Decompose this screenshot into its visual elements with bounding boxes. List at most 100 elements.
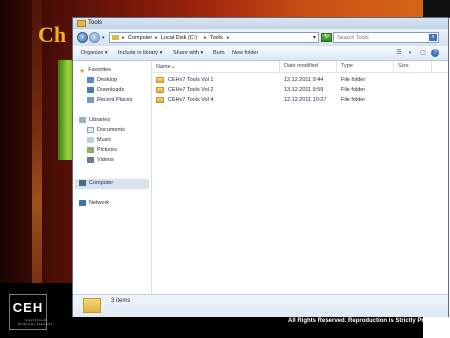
pictures-icon: [87, 146, 94, 153]
search-box: ⌕: [333, 32, 439, 43]
folder-icon: [112, 35, 119, 40]
item-count: 3 items: [111, 298, 131, 304]
folder-icon: [83, 298, 101, 313]
music-icon: [87, 136, 94, 143]
details-pane: 3 items: [73, 294, 448, 317]
chevron-down-icon[interactable]: ▾: [406, 49, 414, 57]
table-row[interactable]: CEHv7 Tools Vol 2 13.12.2011 9:59 File f…: [152, 85, 448, 95]
breadcrumb-tools[interactable]: Tools: [210, 35, 223, 41]
chevron-right-icon[interactable]: ▸: [227, 35, 230, 41]
back-arrow-icon: ‹: [81, 34, 84, 41]
network-icon: [79, 199, 86, 206]
chevron-right-icon[interactable]: ▸: [155, 35, 158, 41]
file-date: 12.12.2011 10:27: [284, 97, 327, 103]
downloads-icon: [87, 86, 94, 93]
nav-label: Network: [89, 200, 110, 206]
nav-label: Videos: [97, 157, 114, 163]
organize-menu[interactable]: Organize ▾: [81, 50, 108, 56]
column-header-label: Date modified: [284, 63, 318, 69]
column-header-size[interactable]: Size: [394, 61, 432, 72]
star-icon: ★: [79, 67, 86, 75]
breadcrumb-computer[interactable]: Computer: [128, 35, 152, 41]
documents-icon: [87, 126, 94, 133]
column-header-type[interactable]: Type: [337, 61, 394, 72]
preview-pane-icon[interactable]: ▢: [419, 49, 427, 57]
ceh-logo-text: CEH: [12, 300, 44, 315]
nav-label: Favorites: [88, 67, 111, 73]
nav-label: Recent Places: [97, 97, 133, 103]
chevron-down-icon[interactable]: ▾: [313, 34, 316, 41]
window-titlebar[interactable]: Tools: [73, 18, 448, 29]
nav-label: Pictures: [97, 147, 117, 153]
forward-button[interactable]: ›: [89, 32, 100, 43]
nav-label: Desktop: [97, 77, 118, 83]
file-type: File folder: [341, 97, 366, 103]
nav-network[interactable]: Network: [79, 199, 109, 208]
address-bar[interactable]: ▸ Computer ▸ Local Disk (C:) ▸ Tools ▸ ▾: [109, 32, 319, 43]
window-title: Tools: [88, 20, 103, 26]
nav-recent-places[interactable]: Recent Places: [87, 96, 132, 105]
new-folder-button[interactable]: New folder: [232, 50, 258, 56]
file-date: 13.12.2011 9:59: [284, 87, 324, 93]
breadcrumb-local-disk[interactable]: Local Disk (C:): [161, 35, 197, 41]
file-list: Name ▴ Date modified Type Size CEHv7 Too…: [152, 61, 448, 294]
column-header-label: Type: [341, 63, 353, 69]
folder-icon: [156, 77, 164, 83]
forward-arrow-icon: ›: [93, 34, 96, 41]
nav-label: Documents: [97, 127, 125, 133]
recent-pages-dropdown-icon[interactable]: ▾: [102, 35, 105, 41]
navigation-bar: ‹ › ▾ ▸ Computer ▸ Local Disk (C:) ▸ Too…: [73, 29, 448, 46]
videos-icon: [87, 156, 94, 163]
sort-ascending-icon: ▴: [172, 64, 175, 69]
column-header-name[interactable]: Name ▴: [152, 61, 280, 72]
nav-label: Computer: [89, 180, 114, 186]
chevron-right-icon[interactable]: ▸: [204, 35, 207, 41]
desktop-icon: [87, 76, 94, 83]
nav-videos[interactable]: Videos: [87, 156, 114, 165]
file-name: CEHv7 Tools Vol 2: [168, 87, 214, 93]
view-options-icon[interactable]: ☰: [395, 49, 403, 57]
folder-icon: [77, 20, 86, 27]
nav-favorites[interactable]: ★ Favorites: [79, 66, 111, 75]
command-toolbar: Organize ▾ Include in library ▾ Share wi…: [73, 46, 448, 61]
refresh-button[interactable]: ↻: [321, 33, 332, 42]
folder-icon: [156, 87, 164, 93]
help-icon[interactable]: ?: [431, 49, 439, 57]
burn-button[interactable]: Burn: [213, 50, 225, 56]
nav-pictures[interactable]: Pictures: [87, 146, 117, 155]
navigation-pane: ★ Favorites Desktop Downloads Recent Plac…: [73, 61, 152, 294]
refresh-icon: ↻: [323, 34, 330, 40]
file-date: 12.12.2011 9:44: [284, 77, 324, 83]
nav-computer[interactable]: Computer: [79, 179, 113, 188]
file-type: File folder: [341, 87, 366, 93]
nav-desktop[interactable]: Desktop: [87, 76, 117, 85]
nav-label: Libraries: [89, 117, 111, 123]
ceh-logo-subtext: Certified Ethical Hacker: [18, 318, 54, 326]
include-in-library-menu[interactable]: Include in library ▾: [118, 50, 162, 56]
libraries-icon: [79, 116, 86, 123]
file-name: CEHv7 Tools Vol 4: [168, 97, 214, 103]
slide-right-block: [423, 0, 450, 18]
slide-title: Ch: [38, 22, 67, 47]
folder-icon: [156, 97, 164, 103]
column-header-date-modified[interactable]: Date modified: [280, 61, 337, 72]
search-icon[interactable]: ⌕: [429, 34, 437, 41]
search-input[interactable]: [334, 33, 425, 42]
nav-documents[interactable]: Documents: [87, 126, 125, 135]
share-with-menu[interactable]: Share with ▾: [173, 50, 203, 56]
explorer-window: Tools ‹ › ▾ ▸ Computer ▸ Local Disk (C:)…: [72, 17, 449, 317]
nav-label: Downloads: [97, 87, 125, 93]
ceh-logo: CEH Certified Ethical Hacker: [9, 294, 52, 330]
header-divider: [152, 72, 448, 73]
back-button[interactable]: ‹: [77, 32, 88, 43]
nav-downloads[interactable]: Downloads: [87, 86, 124, 95]
table-row[interactable]: CEHv7 Tools Vol 4 12.12.2011 10:27 File …: [152, 95, 448, 105]
chevron-right-icon[interactable]: ▸: [122, 35, 125, 41]
table-row[interactable]: CEHv7 Tools Vol 1 12.12.2011 9:44 File f…: [152, 75, 448, 85]
computer-icon: [79, 179, 86, 186]
nav-music[interactable]: Music: [87, 136, 111, 145]
nav-libraries[interactable]: Libraries: [79, 116, 110, 125]
recent-places-icon: [87, 96, 94, 103]
file-name: CEHv7 Tools Vol 1: [168, 77, 214, 83]
nav-label: Music: [97, 137, 112, 143]
